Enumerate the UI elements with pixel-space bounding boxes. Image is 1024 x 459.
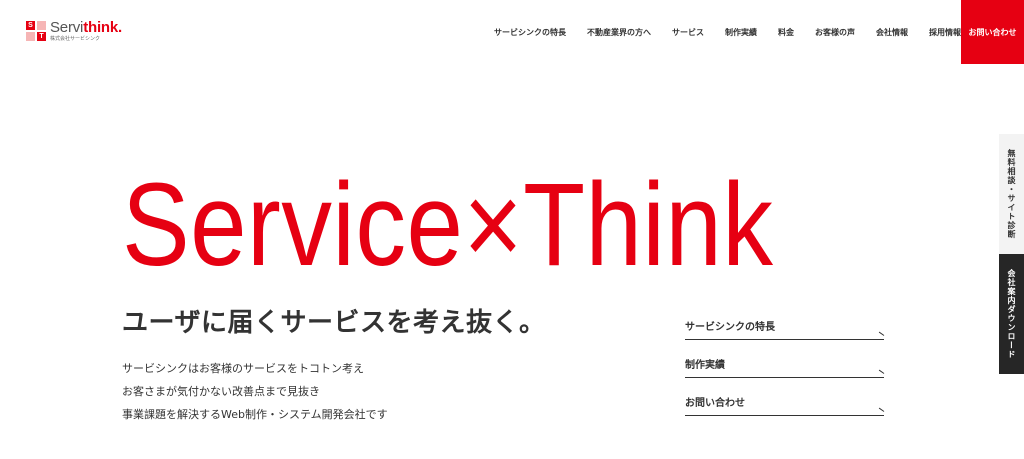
- site-header: S T Servithink. 株式会社サービシンク サービシンクの特長 不動産…: [0, 0, 1024, 64]
- logo-mark-square: [37, 21, 46, 30]
- arrow-right-icon: [878, 369, 885, 374]
- arrow-line-icon: [685, 377, 884, 378]
- hero-link-list: サービシンクの特長 制作実績 お問い合わせ: [685, 312, 885, 426]
- hero-description-line: お客さまが気付かない改善点まで見抜き: [122, 385, 320, 398]
- nav-item-recruit[interactable]: 採用情報: [929, 27, 961, 38]
- hero-description-line: サービシンクはお客様のサービスをトコトン考え: [122, 362, 364, 375]
- hero-link-label: サービシンクの特長: [685, 322, 775, 333]
- hero-link-contact[interactable]: お問い合わせ: [685, 388, 885, 426]
- logo-name: Servithink.: [50, 20, 122, 35]
- hero-title: Service×Think: [122, 159, 774, 291]
- arrow-right-icon: [878, 331, 885, 336]
- logo-mark-icon: S T: [26, 21, 46, 41]
- logo-mark-square: [26, 32, 35, 41]
- nav-item-real-estate[interactable]: 不動産業界の方へ: [587, 27, 651, 38]
- nav-item-testimonials[interactable]: お客様の声: [815, 27, 855, 38]
- logo-mark-letter-t: T: [37, 32, 46, 41]
- arrow-line-icon: [685, 339, 884, 340]
- hero-description: サービシンクはお客様のサービスをトコトン考え お客さまが気付かない改善点まで見抜…: [122, 357, 388, 426]
- logo-mark-letter-s: S: [26, 21, 35, 30]
- nav-item-features[interactable]: サービシンクの特長: [494, 27, 566, 38]
- site-logo[interactable]: S T Servithink. 株式会社サービシンク: [26, 20, 122, 42]
- logo-text: Servithink. 株式会社サービシンク: [50, 20, 122, 42]
- hero-description-line: 事業課題を解決するWeb制作・システム開発会社です: [122, 408, 388, 421]
- hero-link-label: 制作実績: [685, 360, 725, 371]
- hero-link-works[interactable]: 制作実績: [685, 350, 885, 388]
- free-consultation-tab[interactable]: 無料相談・サイト診断: [999, 134, 1024, 254]
- nav-item-services[interactable]: サービス: [672, 27, 704, 38]
- hero-subtitle: ユーザに届くサービスを考え抜く。: [122, 308, 546, 338]
- logo-name-dot: .: [118, 19, 122, 36]
- main-nav: サービシンクの特長 不動産業界の方へ サービス 制作実績 料金 お客様の声 会社…: [473, 0, 961, 64]
- logo-subtitle: 株式会社サービシンク: [50, 36, 101, 42]
- arrow-right-icon: [878, 407, 885, 412]
- nav-item-works[interactable]: 制作実績: [725, 27, 757, 38]
- logo-name-accent: think: [83, 19, 119, 36]
- hero-link-features[interactable]: サービシンクの特長: [685, 312, 885, 350]
- hero-link-label: お問い合わせ: [685, 398, 745, 409]
- contact-button[interactable]: お問い合わせ: [961, 0, 1024, 64]
- arrow-line-icon: [685, 415, 884, 416]
- nav-item-company[interactable]: 会社情報: [876, 27, 908, 38]
- nav-item-pricing[interactable]: 料金: [778, 27, 794, 38]
- logo-name-plain: Servi: [50, 19, 84, 36]
- company-brochure-download-tab[interactable]: 会社案内ダウンロード: [999, 254, 1024, 374]
